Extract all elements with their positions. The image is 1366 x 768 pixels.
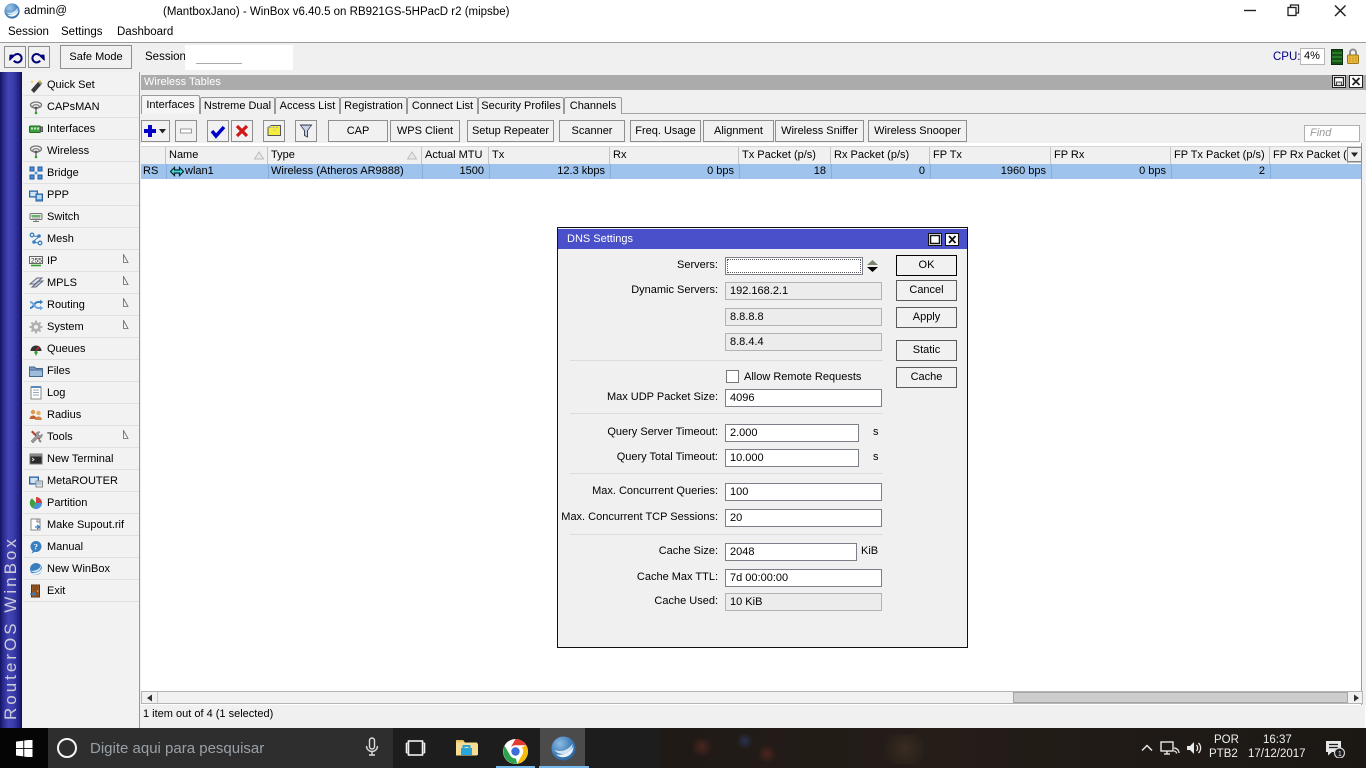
- svg-text:1: 1: [1338, 749, 1342, 758]
- svg-text:255: 255: [31, 258, 42, 265]
- svg-text:?: ?: [34, 542, 38, 552]
